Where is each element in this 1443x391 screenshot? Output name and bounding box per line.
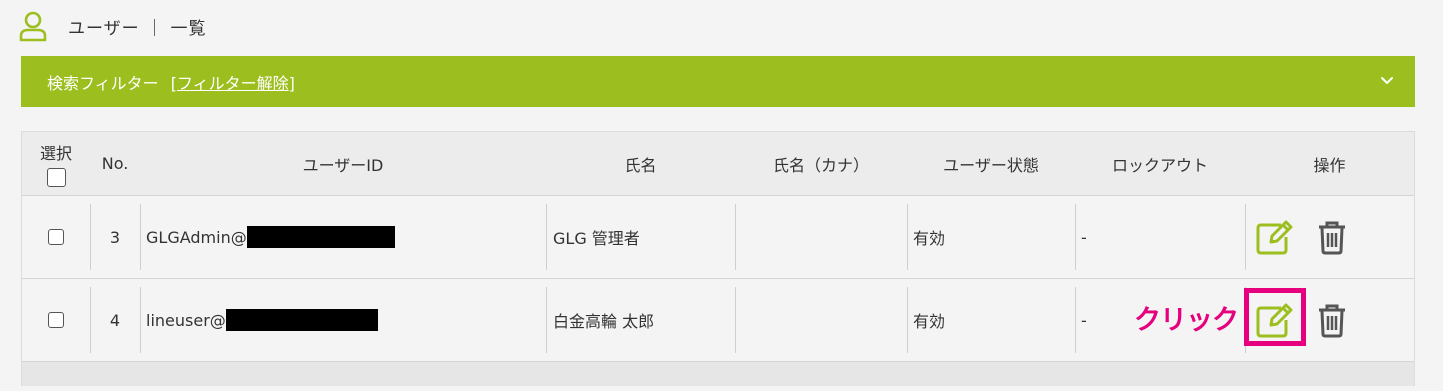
- row-checkbox[interactable]: [48, 312, 64, 328]
- cell-status: 有効: [913, 312, 946, 331]
- cell-user-id: GLGAdmin@: [146, 196, 546, 278]
- page-header: ユーザー ｜ 一覧: [18, 10, 206, 42]
- cell-name: 白金高輪 太郎: [553, 312, 655, 331]
- header-actions: 操作: [1313, 155, 1346, 175]
- table-footer: [22, 362, 1414, 386]
- cell-status: 有効: [913, 229, 946, 248]
- redacted-block: [246, 226, 395, 248]
- trash-icon[interactable]: [1313, 218, 1351, 256]
- filter-clear: [フィルター解除]: [170, 73, 295, 93]
- filter-label: 検索フィルター: [47, 73, 159, 93]
- clear-filter-link[interactable]: フィルター解除: [177, 74, 289, 93]
- cell-no: 4: [109, 310, 121, 330]
- select-all-checkbox[interactable]: [46, 168, 66, 187]
- trash-icon[interactable]: [1313, 301, 1351, 339]
- redacted-block: [225, 309, 378, 331]
- cell-no: 3: [109, 227, 121, 247]
- header-user-id: ユーザーID: [302, 155, 384, 175]
- cell-actions: [1255, 196, 1414, 278]
- user-icon: [19, 11, 47, 42]
- cell-lockout: -: [1081, 227, 1087, 247]
- cell-name-kana: [741, 196, 907, 278]
- search-filter-bar[interactable]: 検索フィルター [フィルター解除]: [21, 56, 1415, 107]
- page-title: ユーザー ｜ 一覧: [68, 18, 207, 39]
- row-checkbox[interactable]: [48, 229, 64, 245]
- table-header-row: 選択 No. ユーザーID 氏名 氏名（カナ） ユーザー状態 ロックアウト 操作: [22, 132, 1414, 196]
- cell-name: GLG 管理者: [553, 229, 640, 248]
- header-name: 氏名: [624, 155, 657, 175]
- header-status: ユーザー状態: [943, 155, 1039, 175]
- click-annotation-label: クリック: [1134, 305, 1239, 336]
- cell-name-kana: [741, 279, 907, 361]
- header-lockout: ロックアウト: [1111, 155, 1208, 175]
- user-table: 選択 No. ユーザーID 氏名 氏名（カナ） ユーザー状態 ロックアウト 操作…: [21, 131, 1415, 386]
- click-highlight-box: [1244, 288, 1306, 346]
- table-row: 3 GLGAdmin@ GLG 管理者 有効 -: [22, 196, 1414, 279]
- chevron-down-icon[interactable]: [1379, 72, 1395, 88]
- header-select: 選択: [22, 132, 90, 195]
- header-name-kana: 氏名（カナ）: [772, 155, 869, 175]
- edit-icon[interactable]: [1255, 218, 1293, 256]
- header-no: No.: [101, 154, 129, 173]
- cell-user-id: lineuser@: [146, 279, 546, 361]
